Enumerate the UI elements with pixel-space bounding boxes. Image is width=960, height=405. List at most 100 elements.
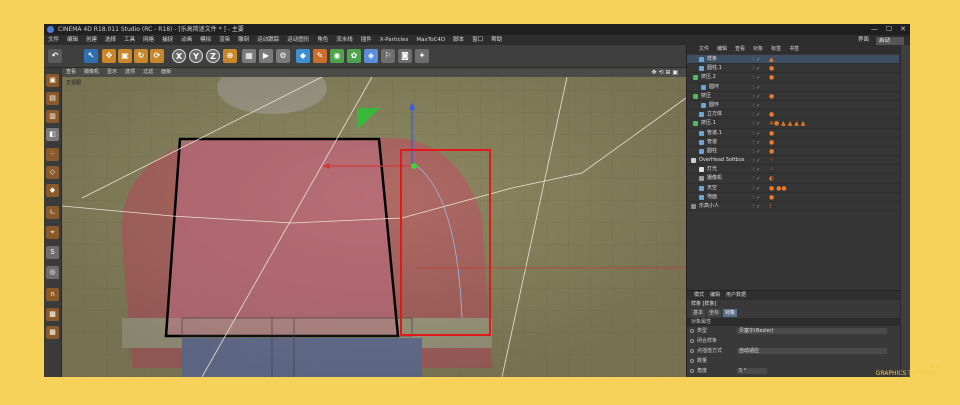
close-button[interactable]: ✕: [900, 24, 906, 35]
om-menu-edit[interactable]: 编辑: [713, 45, 731, 54]
cube-icon[interactable]: ◆: [296, 49, 310, 63]
attribute-value-field[interactable]: 自动适应: [737, 348, 887, 354]
object-row[interactable]: 圆柱 ⁝ ✓ ●: [687, 147, 899, 157]
render-settings-icon[interactable]: ⚙: [276, 49, 290, 63]
menu-mograph[interactable]: 运动图形: [283, 35, 313, 45]
snap-icon[interactable]: S: [46, 246, 59, 259]
attr-menu-userdata[interactable]: 用户数据: [723, 291, 749, 300]
menu-create[interactable]: 创建: [82, 35, 101, 45]
animate-dot-icon[interactable]: [690, 329, 694, 333]
menu-tools[interactable]: 工具: [120, 35, 139, 45]
object-row[interactable]: 挤压 ⁝ ✓ ●: [687, 92, 899, 101]
subdivision-icon[interactable]: ◉: [330, 49, 344, 63]
object-tags[interactable]: ✕● ▲ ▲ ▲ ▲: [769, 119, 805, 128]
tab-coord[interactable]: 坐标: [707, 309, 722, 317]
viewport-menu-display[interactable]: 显示: [103, 68, 121, 77]
make-editable-icon[interactable]: ▣: [46, 74, 59, 87]
object-row[interactable]: 圆环 ⁝ ✓: [687, 83, 899, 92]
object-row[interactable]: 圆柱.1 ⁝ ✓ ●: [687, 64, 899, 74]
viewport-menu-filter[interactable]: 过滤: [139, 68, 157, 77]
scale-icon[interactable]: ▣: [118, 49, 132, 63]
undo-icon[interactable]: ↶: [48, 49, 62, 63]
object-tags[interactable]: ●: [769, 147, 774, 156]
object-row[interactable]: 管道 ⁝ ✓ ●: [687, 138, 899, 147]
object-row[interactable]: 圆环 ⁝ ✓: [687, 101, 899, 111]
texture-mode-icon[interactable]: ▤: [46, 92, 59, 105]
attr-menu-mode[interactable]: 模式: [691, 291, 707, 300]
points-mode-icon[interactable]: ⁘: [46, 148, 59, 161]
object-tags[interactable]: ● ●●: [769, 184, 787, 193]
object-tags[interactable]: ⁘: [769, 165, 774, 174]
maximize-button[interactable]: ☐: [886, 24, 892, 35]
menu-motion-tracking[interactable]: 运动跟踪: [253, 35, 283, 45]
menu-edit[interactable]: 编辑: [63, 35, 82, 45]
pen-icon[interactable]: ✎: [313, 49, 327, 63]
object-row[interactable]: 挤压.2 ⁝ ✓ ●: [687, 73, 899, 83]
animate-dot-icon[interactable]: [690, 369, 694, 373]
menu-x-particles[interactable]: X-Particles: [376, 35, 413, 45]
attribute-value-field[interactable]: 贝塞尔(Bezier): [737, 328, 887, 334]
menu-simulate[interactable]: 模拟: [196, 35, 215, 45]
object-tags[interactable]: !: [769, 202, 771, 211]
menu-file[interactable]: 文件: [44, 35, 63, 45]
object-tags[interactable]: ●: [769, 92, 774, 101]
light-icon[interactable]: ✦: [415, 49, 429, 63]
om-menu-objects[interactable]: 对象: [749, 45, 767, 54]
object-tags[interactable]: ●: [769, 138, 774, 147]
viewport[interactable]: 查看 摄像机 显示 选项 过滤 面板 ✥ ⟲ ⊞ ▣ 正视图: [62, 68, 686, 377]
tweak-icon[interactable]: ⌖: [46, 226, 59, 239]
object-tags[interactable]: ●: [769, 129, 774, 138]
scene-icon[interactable]: ⚐: [381, 49, 395, 63]
object-row[interactable]: 立方体 ⁝ ✓ ●: [687, 110, 899, 120]
object-tags[interactable]: ◐: [769, 174, 774, 183]
viewport-menu-view[interactable]: 查看: [62, 68, 80, 77]
object-row[interactable]: 地面 ⁝ ✓ ●: [687, 193, 899, 202]
grid-icon[interactable]: ▦: [46, 326, 59, 339]
side-tab-strip[interactable]: [900, 45, 910, 377]
world-icon[interactable]: ⊕: [223, 49, 237, 63]
animate-dot-icon[interactable]: [690, 349, 694, 353]
menu-pipeline[interactable]: 流水线: [332, 35, 357, 45]
minimize-button[interactable]: —: [871, 24, 878, 35]
tab-object[interactable]: 对象: [723, 309, 738, 317]
menu-help[interactable]: 帮助: [487, 35, 506, 45]
camera-icon[interactable]: ◙: [398, 49, 412, 63]
viewport-menu-cameras[interactable]: 摄像机: [80, 68, 103, 77]
animate-dot-icon[interactable]: [690, 339, 694, 343]
om-menu-bookmarks[interactable]: 书签: [785, 45, 803, 54]
viewport-menu-panel[interactable]: 面板: [157, 68, 175, 77]
render-view-icon[interactable]: ▶: [259, 49, 273, 63]
array-icon[interactable]: ✿: [347, 49, 361, 63]
object-row[interactable]: 乐高小人 ⁝ ✓!: [687, 202, 899, 212]
menu-character[interactable]: 角色: [313, 35, 332, 45]
menu-animate[interactable]: 动画: [177, 35, 196, 45]
z-axis-icon[interactable]: Z: [206, 49, 220, 63]
menu-maxtoc4d[interactable]: MaxToC4D: [412, 35, 449, 45]
viewport-menu-options[interactable]: 选项: [121, 68, 139, 77]
object-row[interactable]: 天空 ⁝ ✓ ● ●●: [687, 184, 899, 193]
menu-plugins[interactable]: 插件: [357, 35, 376, 45]
menu-sculpt[interactable]: 雕刻: [234, 35, 253, 45]
viewport-nav-icon[interactable]: ✥ ⟲ ⊞ ▣: [648, 68, 682, 77]
object-row[interactable]: 摄像机 ⁝ ✓ ◐: [687, 174, 899, 184]
object-tags[interactable]: ●: [769, 110, 774, 119]
menu-snap[interactable]: 捕捉: [158, 35, 177, 45]
layout-select[interactable]: 启动: [875, 36, 904, 45]
attribute-value-field[interactable]: 5 °: [737, 368, 767, 374]
object-row[interactable]: 样条 ⁝ ✓ ▲: [687, 55, 899, 65]
tab-basic[interactable]: 基本: [691, 309, 706, 317]
menu-script[interactable]: 脚本: [449, 35, 468, 45]
object-tags[interactable]: ●: [769, 64, 774, 73]
om-menu-tags[interactable]: 标签: [767, 45, 785, 54]
object-row[interactable]: 挤压.1 ⁝ ✓ ✕● ▲ ▲ ▲ ▲: [687, 119, 899, 129]
lock-workplane-icon[interactable]: ▩: [46, 308, 59, 321]
object-row[interactable]: 灯光 ⁝ ✓ ⁘: [687, 165, 899, 175]
render-region-icon[interactable]: ▦: [242, 49, 256, 63]
workplane-icon[interactable]: ▥: [46, 110, 59, 123]
object-tags[interactable]: ●: [769, 73, 774, 82]
x-axis-icon[interactable]: X: [172, 49, 186, 63]
om-menu-file[interactable]: 文件: [695, 45, 713, 54]
y-axis-icon[interactable]: Y: [189, 49, 203, 63]
om-menu-view[interactable]: 查看: [731, 45, 749, 54]
visibility-toggle-icon[interactable]: ⁝ ✓: [753, 203, 760, 212]
